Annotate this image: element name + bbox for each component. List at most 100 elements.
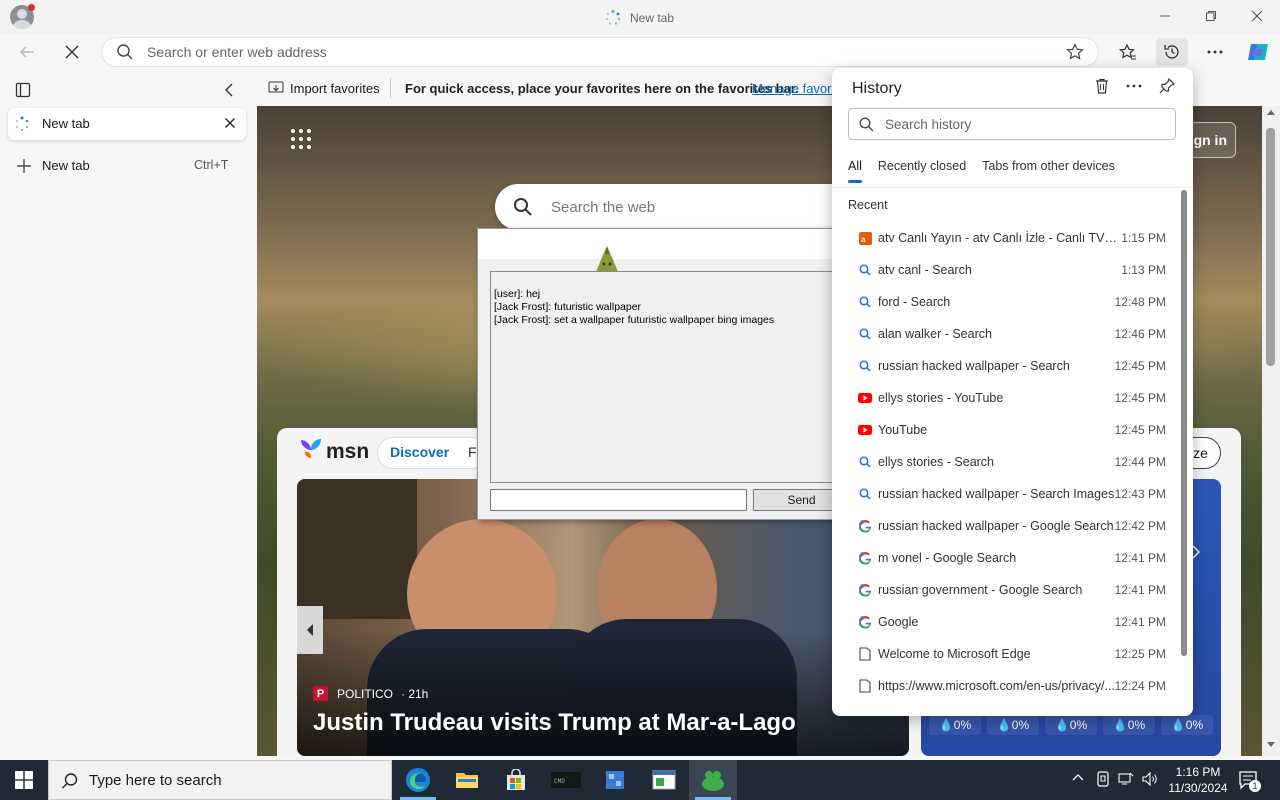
google-icon	[858, 551, 872, 565]
tab-title-text: New tab	[630, 11, 675, 25]
bing-search-icon	[858, 263, 872, 277]
history-item-time: 12:24 PM	[1114, 679, 1166, 693]
taskbar-store-app[interactable]	[492, 760, 540, 800]
history-search-input[interactable]: Search history	[885, 117, 971, 132]
loading-spinner-icon	[14, 116, 30, 132]
history-button[interactable]	[1156, 38, 1188, 66]
taskbar-clock[interactable]: 1:16 PM 11/30/2024	[1166, 764, 1230, 796]
history-item[interactable]: russian government - Google Search 12:41…	[833, 574, 1179, 606]
history-more-options-icon[interactable]	[1126, 84, 1142, 88]
history-item-time: 12:42 PM	[1114, 519, 1166, 533]
scroll-up-arrow-icon[interactable]	[1267, 110, 1275, 115]
new-tab-button[interactable]: New tab Ctrl+T	[8, 152, 246, 180]
history-item[interactable]: ford - Search 12:48 PM	[833, 286, 1179, 318]
restore-button[interactable]	[1188, 0, 1234, 32]
manage-favorites-link[interactable]: Manage favori	[752, 81, 834, 96]
history-scrollbar-thumb[interactable]	[1181, 190, 1187, 656]
close-window-button[interactable]	[1234, 0, 1280, 32]
history-tab-recently-closed[interactable]: Recently closed	[878, 159, 966, 173]
stop-loading-button[interactable]	[57, 38, 87, 66]
history-item[interactable]: russian hacked wallpaper - Google Search…	[833, 510, 1179, 542]
apps-launcher-icon[interactable]	[290, 128, 312, 150]
chat-log[interactable]: [user]: hej [Jack Frost]: futuristic wal…	[490, 271, 849, 483]
network-icon[interactable]	[1118, 772, 1134, 786]
taskbar-edge-app[interactable]	[394, 760, 442, 800]
history-item-time: 12:41 PM	[1114, 551, 1166, 565]
web-search-input[interactable]: Search the web	[551, 199, 655, 216]
history-item[interactable]: ellys stories - YouTube 12:45 PM	[833, 382, 1179, 414]
youtube-icon	[858, 423, 872, 437]
history-divider	[833, 187, 1192, 188]
history-item[interactable]: atv canl - Search 1:13 PM	[833, 254, 1179, 286]
history-tab-other-devices[interactable]: Tabs from other devices	[982, 159, 1115, 173]
start-button[interactable]	[0, 760, 48, 800]
search-icon	[61, 772, 79, 790]
history-item[interactable]: a atv Canlı Yayın - atv Canlı İzle - Can…	[833, 222, 1179, 254]
scroll-down-arrow-icon[interactable]	[1267, 742, 1275, 747]
favorites-button[interactable]	[1113, 38, 1143, 66]
history-item-title: ford - Search	[878, 295, 951, 309]
politico-logo-icon: P	[313, 686, 328, 701]
more-menu-button[interactable]	[1200, 38, 1230, 66]
history-title: History	[852, 80, 902, 97]
page-scrollbar-thumb[interactable]	[1266, 128, 1275, 366]
history-item[interactable]: ellys stories - Search 12:44 PM	[833, 446, 1179, 478]
add-favorite-star-icon[interactable]	[1066, 43, 1084, 61]
history-item[interactable]: https://www.microsoft.com/en-us/privacy/…	[833, 670, 1179, 702]
notification-center-icon[interactable]: 1	[1238, 770, 1261, 792]
history-item[interactable]: alan walker - Search 12:46 PM	[833, 318, 1179, 350]
history-item-title: russian government - Google Search	[878, 583, 1083, 597]
web-search-box[interactable]: Search the web	[495, 184, 875, 230]
pin-history-icon[interactable]	[1158, 77, 1176, 95]
history-tab-all[interactable]: All	[848, 159, 862, 183]
taskbar-search-box[interactable]: Type here to search	[48, 760, 392, 800]
taskbar-bonzi-app[interactable]	[689, 760, 737, 800]
carousel-prev-button[interactable]	[297, 606, 323, 654]
history-item[interactable]: Welcome to Microsoft Edge 12:25 PM	[833, 638, 1179, 670]
back-button[interactable]	[12, 38, 42, 66]
bing-search-icon	[858, 455, 872, 469]
news-source: POLITICO	[337, 687, 394, 701]
history-item[interactable]: Google 12:41 PM	[833, 606, 1179, 638]
msn-logo: msn	[326, 440, 370, 463]
tab-actions-menu-icon[interactable]	[15, 82, 31, 98]
taskbar-window-app[interactable]	[640, 760, 688, 800]
precipitation-value: 💧0%	[1103, 715, 1155, 735]
history-item[interactable]: russian hacked wallpaper - Search Images…	[833, 478, 1179, 510]
close-tab-icon[interactable]	[224, 117, 236, 129]
device-icon[interactable]	[1096, 771, 1110, 787]
taskbar-puzzle-app[interactable]	[591, 760, 639, 800]
puzzle-app-icon	[604, 769, 626, 791]
taskbar-terminal-app[interactable]: CMD	[542, 760, 590, 800]
msn-tab-discover[interactable]: Discover	[390, 444, 449, 460]
search-icon	[513, 197, 533, 217]
history-item-title: Welcome to Microsoft Edge	[878, 647, 1031, 661]
history-search-box[interactable]: Search history	[848, 108, 1176, 140]
address-input[interactable]: Search or enter web address	[147, 44, 327, 60]
volume-icon[interactable]	[1142, 772, 1158, 786]
page-scrollbar[interactable]	[1262, 106, 1280, 756]
news-headline[interactable]: Justin Trudeau visits Trump at Mar-a-Lag…	[313, 709, 796, 737]
taskbar-search-input[interactable]: Type here to search	[89, 772, 222, 789]
collapse-pane-chevron-icon[interactable]	[222, 82, 236, 98]
chat-message-input[interactable]	[490, 489, 747, 511]
minimize-button[interactable]	[1142, 0, 1188, 32]
history-item[interactable]: russian hacked wallpaper - Search 12:45 …	[833, 350, 1179, 382]
news-hero-image[interactable]: P POLITICO · 21h Justin Trudeau visits T…	[297, 479, 909, 756]
copilot-icon[interactable]	[1243, 38, 1273, 66]
google-icon	[858, 519, 872, 533]
history-item[interactable]: YouTube 12:45 PM	[833, 414, 1179, 446]
bing-search-icon	[858, 487, 872, 501]
history-item-time: 12:41 PM	[1114, 615, 1166, 629]
history-item-title: m vonel - Google Search	[878, 551, 1017, 565]
bing-search-icon	[858, 295, 872, 309]
window-tab-title: New tab	[604, 9, 674, 27]
delete-history-trash-icon[interactable]	[1093, 77, 1111, 95]
page-icon	[858, 647, 872, 661]
taskbar-file-explorer-app[interactable]	[443, 760, 491, 800]
plus-icon	[16, 158, 32, 174]
history-item[interactable]: m vonel - Google Search 12:41 PM	[833, 542, 1179, 574]
import-favorites-button[interactable]: Import favorites	[290, 81, 380, 96]
google-icon	[858, 615, 872, 629]
show-hidden-icons-chevron-icon[interactable]	[1072, 773, 1084, 781]
